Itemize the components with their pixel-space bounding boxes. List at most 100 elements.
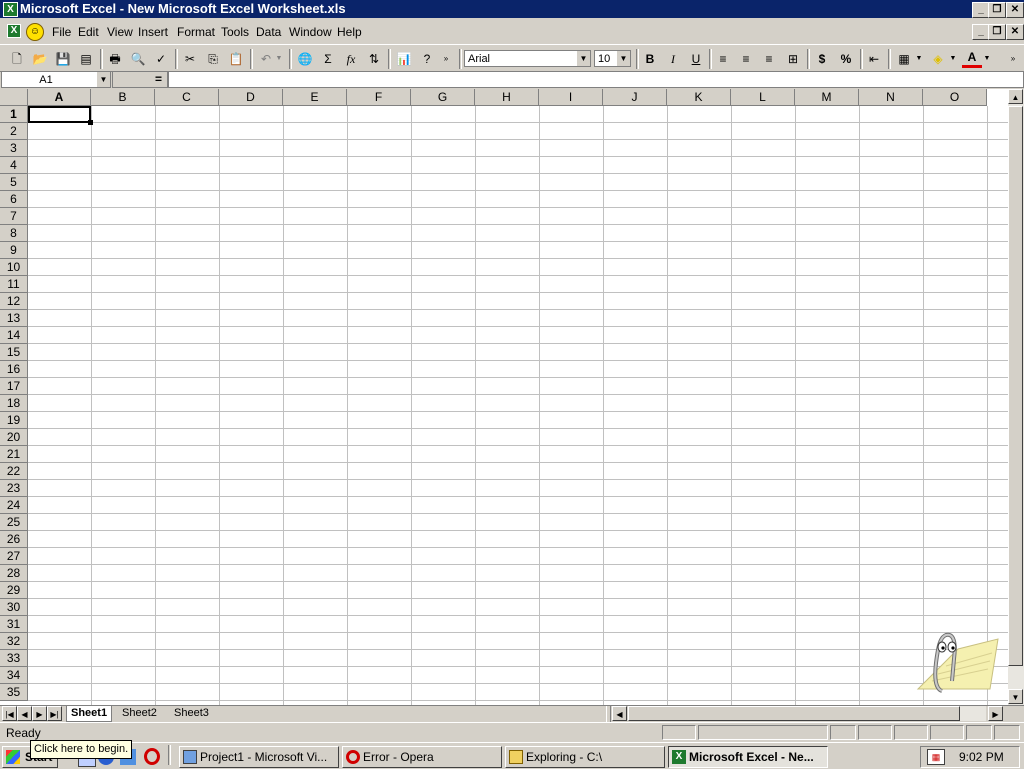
row-header-35[interactable]: 35	[0, 684, 28, 701]
row-header-2[interactable]: 2	[0, 123, 28, 140]
bold-button[interactable]: B	[640, 49, 660, 69]
new-icon[interactable]: 🗋	[7, 49, 27, 69]
row-header-6[interactable]: 6	[0, 191, 28, 208]
row-header-3[interactable]: 3	[0, 140, 28, 157]
row-header-21[interactable]: 21	[0, 446, 28, 463]
menu-edit[interactable]: Edit	[78, 25, 99, 39]
fill-color-dropdown-icon[interactable]: ▼	[948, 49, 958, 69]
row-header-13[interactable]: 13	[0, 310, 28, 327]
row-header-8[interactable]: 8	[0, 225, 28, 242]
clock[interactable]: 9:02 PM	[959, 750, 1004, 764]
vertical-scroll-thumb[interactable]	[1008, 106, 1023, 666]
row-header-26[interactable]: 26	[0, 531, 28, 548]
percent-button[interactable]: %	[836, 49, 856, 69]
print-preview-icon[interactable]: 🔍	[128, 49, 148, 69]
underline-button[interactable]: U	[686, 49, 706, 69]
font-color-icon[interactable]: A	[962, 49, 982, 68]
row-header-1[interactable]: 1	[0, 106, 28, 123]
row-header-12[interactable]: 12	[0, 293, 28, 310]
row-header-11[interactable]: 11	[0, 276, 28, 293]
office-assistant-smiley-icon[interactable]: ☺	[26, 23, 44, 41]
row-header-10[interactable]: 10	[0, 259, 28, 276]
task-opera-error[interactable]: Error - Opera	[342, 746, 502, 768]
merge-center-icon[interactable]: ⊞	[783, 49, 803, 69]
row-header-31[interactable]: 31	[0, 616, 28, 633]
office-assistant-clippy[interactable]	[898, 619, 1002, 699]
print-icon[interactable]: 🖶	[105, 49, 125, 69]
row-header-27[interactable]: 27	[0, 548, 28, 565]
row-header-4[interactable]: 4	[0, 157, 28, 174]
menu-file[interactable]: File	[52, 25, 71, 39]
column-header-a[interactable]: A	[28, 89, 91, 106]
column-header-l[interactable]: L	[731, 89, 795, 106]
row-header-30[interactable]: 30	[0, 599, 28, 616]
scroll-left-icon[interactable]: ◀	[612, 706, 627, 721]
row-header-32[interactable]: 32	[0, 633, 28, 650]
row-header-22[interactable]: 22	[0, 463, 28, 480]
horizontal-scroll-thumb[interactable]	[628, 706, 960, 721]
chart-wizard-icon[interactable]: 📊	[394, 49, 414, 69]
active-cell-a1[interactable]	[28, 106, 91, 123]
row-header-19[interactable]: 19	[0, 412, 28, 429]
autosum-icon[interactable]: Σ	[318, 49, 338, 69]
cut-icon[interactable]: ✂	[180, 49, 200, 69]
prev-sheet-icon[interactable]: ◀	[17, 706, 32, 721]
excel-app-icon[interactable]: X	[3, 2, 18, 17]
scroll-right-icon[interactable]: ▶	[988, 706, 1003, 721]
row-header-14[interactable]: 14	[0, 327, 28, 344]
row-header-18[interactable]: 18	[0, 395, 28, 412]
borders-icon[interactable]: ▦	[894, 49, 914, 69]
worksheet-grid[interactable]: ABCDEFGHIJKLMNO 1 2 3 4 5 6 7 8 9 10 11 12 13 14 15 16 1…	[0, 89, 1008, 705]
select-all-corner[interactable]	[0, 89, 28, 106]
row-header-29[interactable]: 29	[0, 582, 28, 599]
next-sheet-icon[interactable]: ▶	[32, 706, 47, 721]
fill-handle[interactable]	[88, 120, 93, 125]
sheet-tab-1[interactable]: Sheet1	[66, 706, 113, 722]
print-preview-doc-icon[interactable]: ▤	[76, 49, 96, 69]
tab-split-bar[interactable]	[606, 706, 611, 722]
horizontal-scroll-track[interactable]	[628, 706, 986, 721]
fill-color-icon[interactable]: ◈	[928, 49, 948, 69]
align-center-icon[interactable]: ≡	[736, 49, 756, 69]
row-header-20[interactable]: 20	[0, 429, 28, 446]
align-right-icon[interactable]: ≡	[759, 49, 779, 69]
doc-close-button[interactable]: ✕	[1006, 24, 1024, 40]
italic-button[interactable]: I	[663, 49, 683, 69]
more-buttons-icon[interactable]: »	[440, 49, 452, 69]
column-header-f[interactable]: F	[347, 89, 411, 106]
copy-icon[interactable]: ⎘	[203, 49, 223, 69]
undo-dropdown-icon[interactable]: ▼	[274, 49, 284, 69]
column-header-c[interactable]: C	[155, 89, 219, 106]
borders-dropdown-icon[interactable]: ▼	[914, 49, 924, 69]
sort-ascending-icon[interactable]: ⇅	[364, 49, 384, 69]
help-icon[interactable]: ?	[417, 49, 437, 69]
more-buttons-icon[interactable]: »	[1006, 49, 1020, 69]
scroll-up-icon[interactable]: ▲	[1008, 89, 1023, 104]
sheet-tab-2[interactable]: Sheet2	[118, 706, 161, 721]
workbook-icon[interactable]: X	[7, 24, 21, 38]
row-header-5[interactable]: 5	[0, 174, 28, 191]
first-sheet-icon[interactable]: |◀	[2, 706, 17, 721]
font-color-dropdown-icon[interactable]: ▼	[982, 49, 992, 69]
menu-tools[interactable]: Tools	[221, 25, 249, 39]
scroll-down-icon[interactable]: ▼	[1008, 689, 1023, 704]
column-header-g[interactable]: G	[411, 89, 475, 106]
row-header-15[interactable]: 15	[0, 344, 28, 361]
menu-format[interactable]: Format	[177, 25, 215, 39]
menu-window[interactable]: Window	[289, 25, 332, 39]
menu-data[interactable]: Data	[256, 25, 281, 39]
column-header-o[interactable]: O	[923, 89, 987, 106]
column-header-d[interactable]: D	[219, 89, 283, 106]
last-sheet-icon[interactable]: ▶|	[47, 706, 62, 721]
spelling-icon[interactable]: ✓	[151, 49, 171, 69]
doc-restore-button[interactable]: ❐	[988, 24, 1006, 40]
scheduler-icon[interactable]: ▦	[927, 749, 945, 765]
save-icon[interactable]: 💾	[53, 49, 73, 69]
task-exploring[interactable]: Exploring - C:\	[505, 746, 665, 768]
row-header-17[interactable]: 17	[0, 378, 28, 395]
hyperlink-globe-icon[interactable]: 🌐	[295, 49, 315, 69]
column-header-m[interactable]: M	[795, 89, 859, 106]
task-project1[interactable]: Project1 - Microsoft Vi...	[179, 746, 339, 768]
menu-view[interactable]: View	[107, 25, 133, 39]
row-header-24[interactable]: 24	[0, 497, 28, 514]
